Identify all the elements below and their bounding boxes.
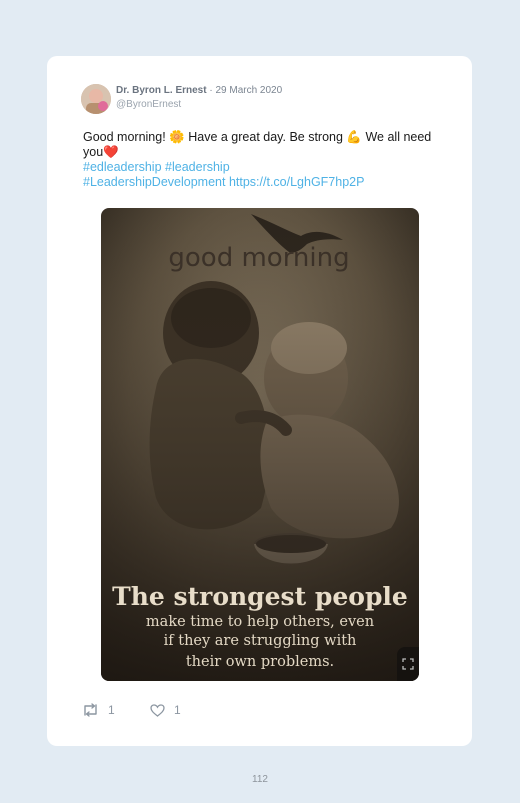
author-handle[interactable]: @ByronErnest [116, 99, 181, 110]
author-name[interactable]: Dr. Byron L. Ernest [116, 85, 207, 96]
like-action[interactable]: 1 [150, 703, 181, 717]
image-caption-line3: their own problems. [186, 654, 334, 670]
tweet-text-part2: Have a great day. Be strong [184, 130, 347, 144]
hashtag-leadershipdevelopment[interactable]: #LeadershipDevelopment [83, 175, 225, 189]
retweet-count: 1 [108, 703, 115, 717]
tweet-media[interactable]: good morning The strongest people make t… [101, 208, 419, 681]
heart-emoji: ❤️ [103, 145, 119, 159]
image-caption-title: The strongest people [112, 582, 408, 611]
page-number: 112 [252, 774, 268, 785]
author-row: Dr. Byron L. Ernest · 29 March 2020 [116, 85, 282, 96]
retweet-action[interactable]: 1 [82, 703, 115, 717]
tweet-date[interactable]: · 29 March 2020 [209, 85, 282, 96]
image-headline: good morning [168, 243, 349, 273]
tweet-card: Dr. Byron L. Ernest · 29 March 2020 @Byr… [47, 56, 472, 746]
tweet-text-part1: Good morning! [83, 130, 170, 144]
tweet-text: Good morning! 🌼 Have a great day. Be str… [83, 130, 433, 190]
expand-image-button[interactable] [397, 647, 419, 681]
expand-icon [402, 658, 414, 670]
heart-icon [150, 703, 165, 717]
hashtag-edleadership[interactable]: #edleadership [83, 160, 162, 174]
retweet-icon [84, 703, 97, 717]
avatar-image [81, 84, 111, 114]
tweet-link[interactable]: https://t.co/LghGF7hp2P [229, 175, 365, 189]
avatar[interactable] [81, 84, 111, 114]
media-image: good morning The strongest people make t… [101, 208, 419, 681]
image-caption-line2: if they are struggling with [164, 633, 357, 649]
sun-emoji: 🌼 [169, 130, 185, 144]
like-count: 1 [174, 703, 181, 717]
hashtag-leadership[interactable]: #leadership [165, 160, 230, 174]
image-caption-line1: make time to help others, even [146, 614, 374, 630]
muscle-emoji: 💪 [346, 130, 362, 144]
